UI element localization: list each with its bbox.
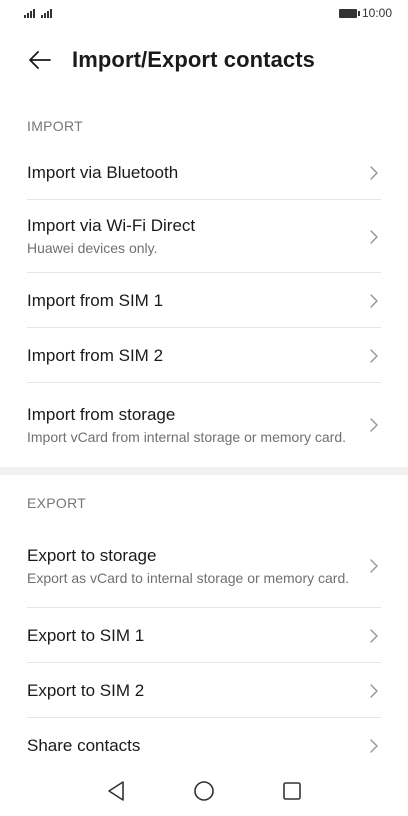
export-to-sim1-item[interactable]: Export to SIM 1 bbox=[0, 608, 408, 663]
item-title: Import via Wi-Fi Direct bbox=[27, 216, 196, 235]
export-to-sim2-item[interactable]: Export to SIM 2 bbox=[0, 663, 408, 718]
app-header: Import/Export contacts bbox=[0, 38, 408, 82]
battery-icon bbox=[338, 8, 360, 18]
square-recents-icon bbox=[283, 782, 301, 800]
arrow-left-icon bbox=[29, 51, 51, 69]
item-title: Share contacts bbox=[27, 735, 141, 755]
triangle-back-icon bbox=[108, 781, 124, 801]
nav-home-button[interactable] bbox=[193, 780, 215, 802]
item-subtitle: Export as vCard to internal storage or m… bbox=[27, 569, 350, 586]
import-section-label: IMPORT bbox=[27, 118, 83, 134]
item-title: Export to SIM 1 bbox=[27, 625, 145, 645]
item-title: Import via Bluetooth bbox=[27, 162, 179, 182]
chevron-right-icon bbox=[370, 683, 378, 698]
item-title: Export to SIM 2 bbox=[27, 680, 145, 700]
chevron-right-icon bbox=[370, 348, 378, 363]
item-title: Export to storage bbox=[27, 545, 157, 565]
section-divider bbox=[0, 467, 408, 475]
status-right: 10:00 bbox=[338, 6, 392, 20]
import-from-sim2-item[interactable]: Import from SIM 2 bbox=[0, 328, 408, 383]
chevron-right-icon bbox=[370, 229, 378, 244]
item-subtitle: Huawei devices only. bbox=[27, 240, 158, 256]
export-to-storage-item[interactable]: Export to storage Export as vCard to int… bbox=[0, 524, 408, 608]
export-list: Export to storage Export as vCard to int… bbox=[0, 524, 408, 773]
nav-recents-button[interactable] bbox=[281, 780, 303, 802]
chevron-right-icon bbox=[370, 293, 378, 308]
signal-icon bbox=[41, 8, 52, 18]
chevron-right-icon bbox=[370, 628, 378, 643]
chevron-right-icon bbox=[370, 738, 378, 753]
chevron-right-icon bbox=[370, 165, 378, 180]
import-via-bluetooth-item[interactable]: Import via Bluetooth bbox=[0, 145, 408, 200]
import-from-storage-item[interactable]: Import from storage Import vCard from in… bbox=[0, 383, 408, 467]
status-time: 10:00 bbox=[361, 6, 392, 20]
signal-icon bbox=[24, 8, 35, 18]
item-title: Import from SIM 2 bbox=[27, 345, 164, 365]
system-navigation-bar bbox=[0, 766, 408, 816]
back-button[interactable] bbox=[12, 38, 68, 82]
status-bar: 10:00 bbox=[0, 0, 408, 26]
signal-indicators bbox=[24, 8, 52, 18]
chevron-right-icon bbox=[370, 418, 378, 432]
nav-back-button[interactable] bbox=[105, 780, 127, 802]
circle-home-icon bbox=[194, 781, 214, 801]
item-title: Import from SIM 1 bbox=[27, 290, 164, 310]
item-title: Import from storage bbox=[27, 404, 176, 424]
item-subtitle: Import vCard from internal storage or me… bbox=[27, 428, 346, 445]
import-from-sim1-item[interactable]: Import from SIM 1 bbox=[0, 273, 408, 328]
import-list: Import via Bluetooth Import via Wi-Fi Di… bbox=[0, 145, 408, 467]
import-via-wifi-direct-item[interactable]: Import via Wi-Fi Direct Huawei devices o… bbox=[0, 200, 408, 273]
export-section-label: EXPORT bbox=[27, 495, 87, 511]
page-title: Import/Export contacts bbox=[72, 47, 316, 72]
share-contacts-item[interactable]: Share contacts bbox=[0, 718, 408, 773]
chevron-right-icon bbox=[370, 559, 378, 573]
